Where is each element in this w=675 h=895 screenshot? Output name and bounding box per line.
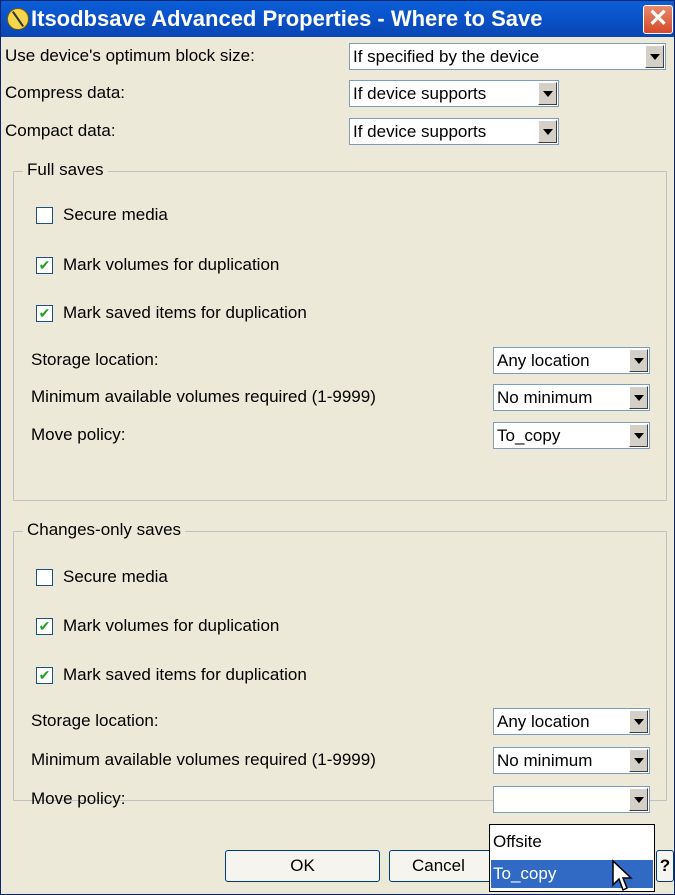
- chevron-down-icon[interactable]: [645, 45, 664, 68]
- title-bar[interactable]: Itsodbsave Advanced Properties - Where t…: [1, 1, 674, 37]
- full-mark-items-checkbox[interactable]: ✔: [36, 305, 53, 322]
- block-size-label: Use device's optimum block size:: [5, 46, 255, 65]
- changes-minvol-value: No minimum: [497, 751, 593, 770]
- full-move-value: To_copy: [497, 426, 561, 445]
- compact-label: Compact data:: [5, 121, 116, 140]
- chevron-down-icon[interactable]: [629, 424, 648, 447]
- ok-button[interactable]: OK: [225, 850, 380, 882]
- changes-mark-items-label: Mark saved items for duplication: [63, 665, 307, 684]
- changes-mark-items-checkbox[interactable]: ✔: [36, 667, 53, 684]
- full-storage-value: Any location: [497, 351, 590, 370]
- compress-value: If device supports: [353, 84, 487, 103]
- full-secure-checkbox[interactable]: [36, 207, 53, 224]
- changes-minvol-select[interactable]: No minimum: [493, 747, 650, 774]
- full-secure-label: Secure media: [63, 205, 168, 224]
- chevron-down-icon[interactable]: [629, 386, 648, 409]
- full-storage-label: Storage location:: [31, 350, 159, 369]
- changes-storage-select[interactable]: Any location: [493, 708, 650, 735]
- window-title: Itsodbsave Advanced Properties - Where t…: [31, 6, 543, 31]
- full-move-select[interactable]: To_copy: [493, 422, 650, 449]
- full-move-label: Move policy:: [31, 425, 126, 444]
- chevron-down-icon[interactable]: [538, 82, 557, 105]
- compress-select[interactable]: If device supports: [349, 80, 559, 107]
- changes-storage-value: Any location: [497, 712, 590, 731]
- changes-mark-volumes-label: Mark volumes for duplication: [63, 616, 280, 635]
- option-offsite[interactable]: Offsite: [491, 828, 653, 856]
- close-button[interactable]: ✕: [643, 5, 673, 34]
- changes-secure-label: Secure media: [63, 567, 168, 586]
- block-size-value: If specified by the device: [353, 47, 540, 66]
- changes-saves-title: Changes-only saves: [23, 520, 186, 540]
- changes-move-select[interactable]: [493, 786, 650, 813]
- block-size-select[interactable]: If specified by the device: [349, 43, 666, 70]
- full-mark-volumes-label: Mark volumes for duplication: [63, 255, 280, 274]
- full-minvol-value: No minimum: [497, 388, 593, 407]
- full-saves-title: Full saves: [23, 160, 108, 180]
- full-storage-select[interactable]: Any location: [493, 347, 650, 374]
- changes-mark-volumes-checkbox[interactable]: ✔: [36, 618, 53, 635]
- full-mark-items-label: Mark saved items for duplication: [63, 303, 307, 322]
- chevron-down-icon[interactable]: [629, 349, 648, 372]
- app-icon: [7, 8, 29, 30]
- help-button[interactable]: ?: [656, 850, 674, 882]
- changes-move-label: Move policy:: [31, 789, 126, 808]
- full-minvol-select[interactable]: No minimum: [493, 384, 650, 411]
- changes-storage-label: Storage location:: [31, 711, 159, 730]
- dialog-window: Itsodbsave Advanced Properties - Where t…: [0, 0, 675, 895]
- compact-select[interactable]: If device supports: [349, 118, 559, 145]
- changes-secure-checkbox[interactable]: [36, 569, 53, 586]
- full-minvol-label: Minimum available volumes required (1-99…: [31, 387, 376, 406]
- compress-label: Compress data:: [5, 83, 125, 102]
- mouse-pointer-icon: [612, 859, 633, 892]
- full-mark-volumes-checkbox[interactable]: ✔: [36, 257, 53, 274]
- compact-value: If device supports: [353, 122, 487, 141]
- changes-minvol-label: Minimum available volumes required (1-99…: [31, 750, 376, 769]
- chevron-down-icon[interactable]: [629, 710, 648, 733]
- chevron-down-icon[interactable]: [629, 749, 648, 772]
- chevron-down-icon[interactable]: [538, 120, 557, 143]
- chevron-down-icon[interactable]: [629, 788, 648, 811]
